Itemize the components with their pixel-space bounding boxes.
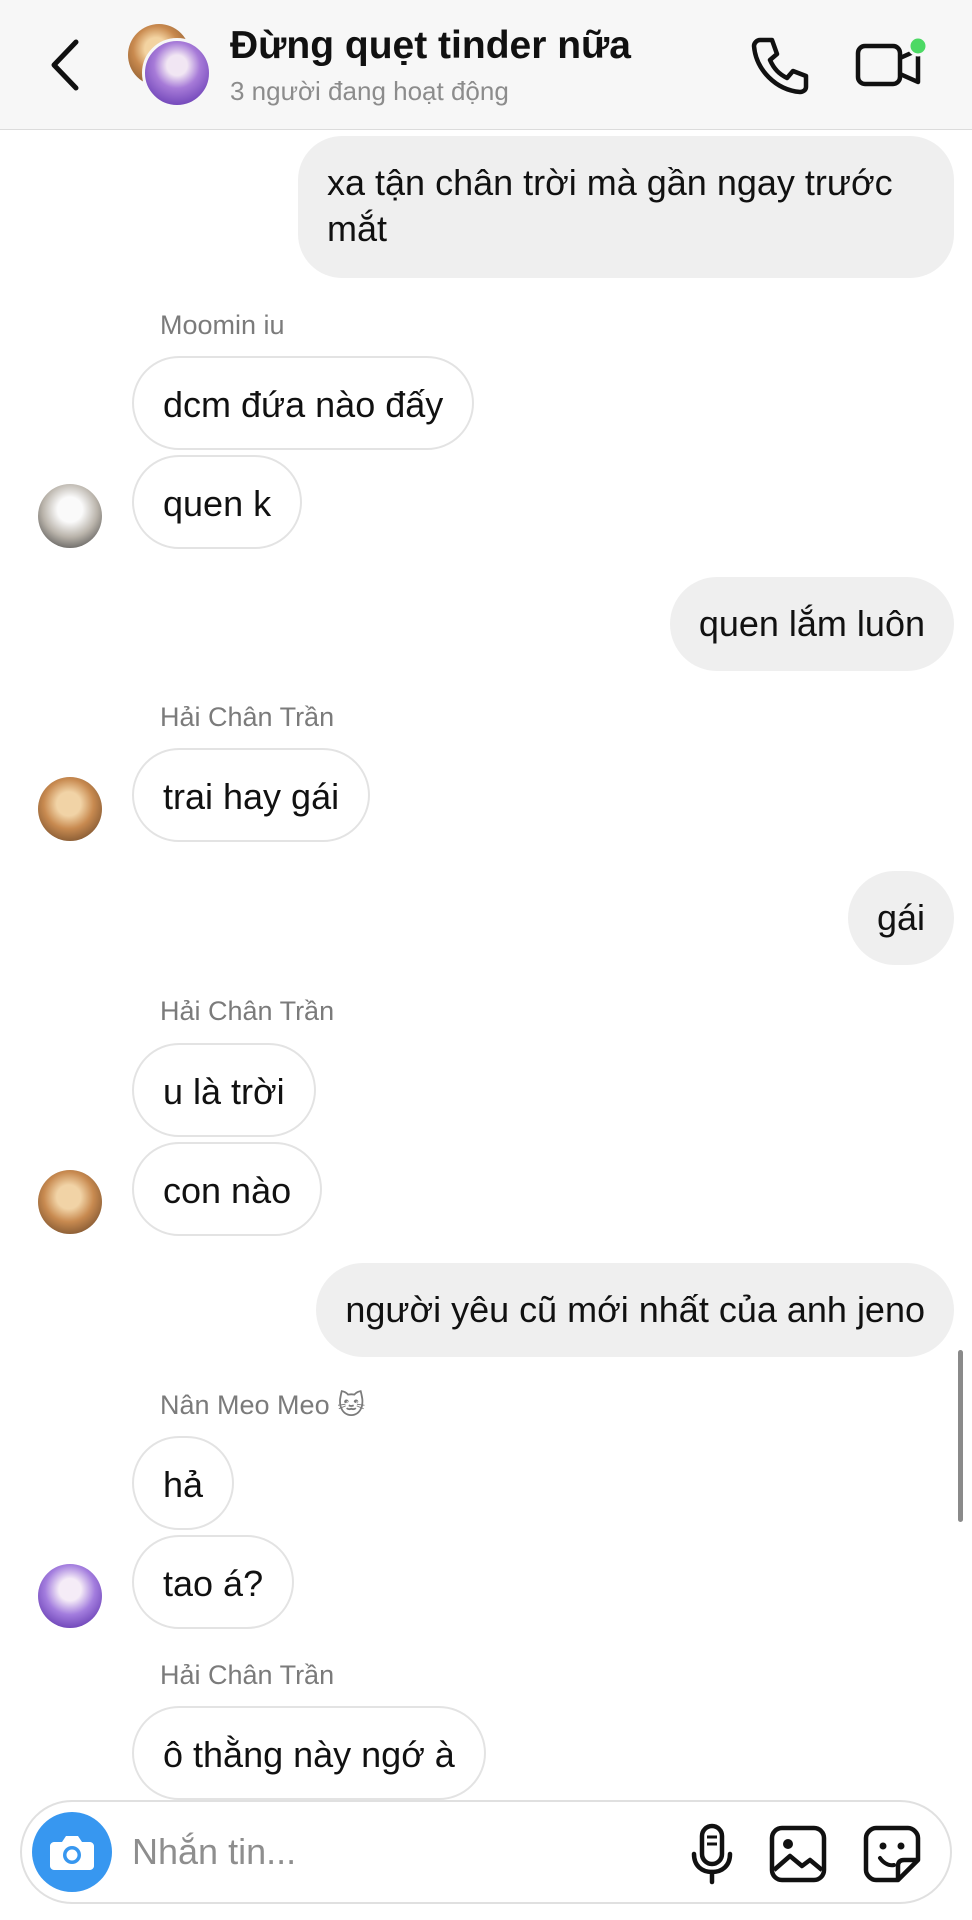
camera-button[interactable] [32, 1812, 112, 1892]
gallery-button[interactable] [766, 1822, 830, 1886]
sender-name: Moomin iu [160, 310, 285, 340]
sender-avatar-nan[interactable] [38, 1564, 102, 1628]
cat-emoji: 🐱 [337, 1390, 366, 1420]
message-outgoing[interactable]: gái [847, 871, 954, 965]
message-incoming[interactable]: tao á? [132, 1535, 295, 1629]
video-camera-icon [855, 35, 929, 87]
phone-icon [751, 37, 809, 95]
message-incoming[interactable]: dcm đứa nào đấy [132, 356, 475, 450]
message-composer [20, 1800, 952, 1904]
message-incoming[interactable]: u là trời [132, 1043, 316, 1137]
sender-name: Hải Chân Trần [160, 1660, 335, 1690]
group-avatar[interactable] [128, 24, 212, 108]
message-incoming[interactable]: trai hay gái [132, 748, 371, 842]
chat-title[interactable]: Đừng quẹt tinder nữa [230, 24, 631, 68]
message-incoming[interactable]: hả [132, 1436, 235, 1530]
active-dot [907, 35, 929, 57]
gallery-icon [769, 1825, 827, 1883]
message-outgoing[interactable]: xa tận chân trời mà gần ngay trước mắt [298, 136, 954, 278]
microphone-icon [691, 1823, 733, 1885]
sender-avatar-moomin[interactable] [38, 484, 102, 548]
sender-avatar-hai[interactable] [38, 777, 102, 841]
sender-avatar-hai[interactable] [38, 1170, 102, 1234]
message-incoming[interactable]: ô thằng này ngớ à [132, 1706, 486, 1800]
message-input[interactable] [132, 1822, 532, 1882]
message-incoming[interactable]: con nào [132, 1142, 323, 1236]
scrollbar[interactable] [958, 1350, 963, 1522]
message-outgoing[interactable]: người yêu cũ mới nhất của anh jeno [316, 1263, 954, 1357]
message-incoming[interactable]: quen k [132, 455, 303, 549]
call-button[interactable] [744, 30, 814, 100]
sticker-button[interactable] [860, 1822, 924, 1886]
sticker-icon [863, 1825, 921, 1883]
voice-message-button[interactable] [682, 1822, 742, 1886]
sender-name: Hải Chân Trần [160, 996, 335, 1026]
active-status: 3 người đang hoạt động [230, 76, 509, 106]
back-button[interactable] [40, 30, 90, 100]
message-outgoing[interactable]: quen lắm luôn [669, 577, 954, 671]
video-call-button[interactable] [852, 28, 932, 98]
camera-icon [50, 1836, 94, 1870]
sender-name-with-emoji: Nân Meo Meo 🐱 [160, 1390, 365, 1421]
sender-name: Hải Chân Trần [160, 702, 335, 732]
sender-name: Nân Meo Meo [160, 1390, 330, 1420]
chat-header: Đừng quẹt tinder nữa 3 người đang hoạt đ… [0, 0, 972, 130]
chevron-left-icon [51, 39, 79, 91]
group-avatar-member-2 [142, 38, 212, 108]
